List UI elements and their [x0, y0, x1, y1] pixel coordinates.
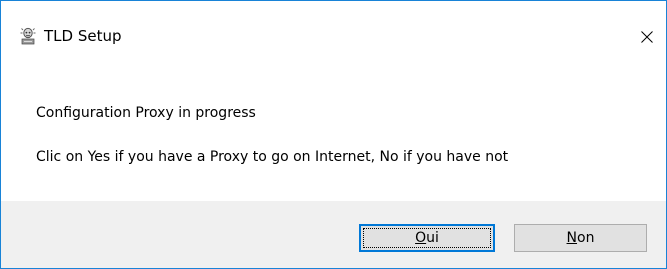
close-button[interactable]: [632, 22, 662, 52]
message-area: Configuration Proxy in progress Clic on …: [1, 61, 666, 201]
title-bar[interactable]: TLD Setup: [1, 1, 666, 61]
no-mnemonic: N: [566, 230, 578, 246]
status-message: Configuration Proxy in progress: [36, 105, 256, 121]
setup-dialog: TLD Setup Configuration Proxy in progres…: [0, 0, 667, 269]
no-label-rest: on: [577, 230, 595, 246]
yes-mnemonic: O: [415, 230, 427, 246]
no-button-label: Non: [567, 230, 595, 246]
yes-button-label: Oui: [415, 230, 439, 246]
no-button[interactable]: Non: [514, 224, 647, 252]
button-bar: Oui Non: [1, 201, 666, 268]
yes-label-rest: ui: [426, 230, 439, 246]
yes-button[interactable]: Oui: [359, 224, 495, 252]
close-icon: [641, 31, 653, 43]
question-message: Clic on Yes if you have a Proxy to go on…: [36, 149, 509, 165]
window-title: TLD Setup: [44, 27, 122, 45]
installer-app-icon: [20, 27, 36, 45]
